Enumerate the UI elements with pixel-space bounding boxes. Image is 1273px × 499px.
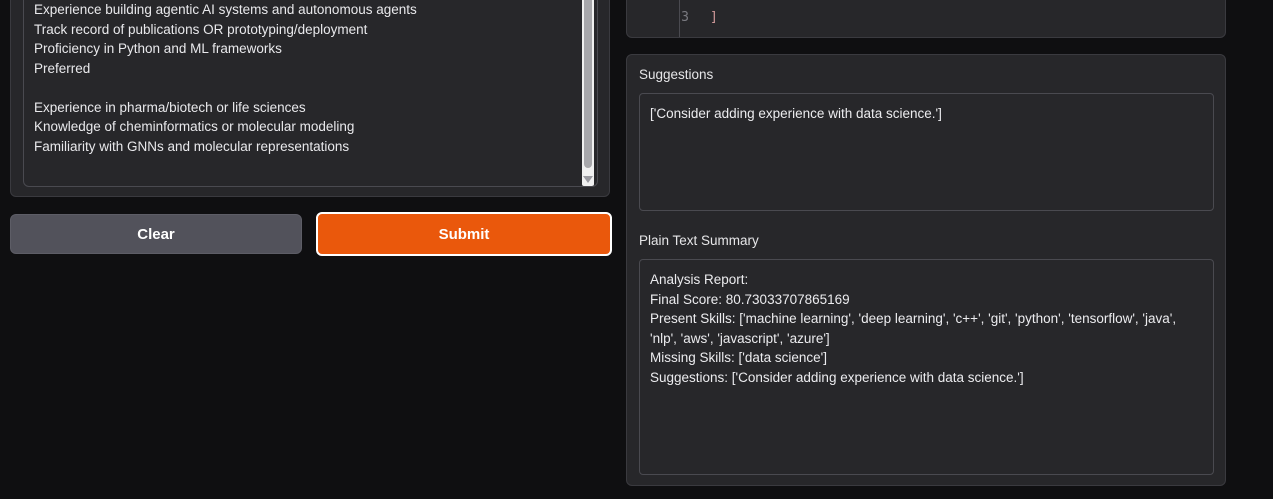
app-page: Experience building agentic AI systems a… xyxy=(0,0,1273,499)
job-description-text: Experience building agentic AI systems a… xyxy=(34,0,574,156)
summary-line: Suggestions: ['Consider adding experienc… xyxy=(650,369,1024,385)
suggestions-label: Suggestions xyxy=(639,67,714,82)
summary-label: Plain Text Summary xyxy=(639,233,759,248)
code-line-text: ] xyxy=(710,10,718,25)
summary-line: Present Skills: ['machine learning', 'de… xyxy=(650,311,1177,346)
code-line-number: 3 xyxy=(681,10,689,25)
summary-line: Missing Skills: ['data science'] xyxy=(650,350,827,365)
jd-line: Familiarity with GNNs and molecular repr… xyxy=(34,138,350,154)
submit-button[interactable]: Submit xyxy=(316,212,612,256)
jd-line: Proficiency in Python and ML frameworks xyxy=(34,41,282,56)
clear-button[interactable]: Clear xyxy=(10,214,302,254)
scrollbar-thumb[interactable] xyxy=(584,0,592,168)
jd-line: Experience building agentic AI systems a… xyxy=(34,2,417,17)
outputs-panel: Suggestions ['Consider adding experience… xyxy=(626,54,1226,486)
textarea-scrollbar[interactable] xyxy=(582,0,594,186)
scroll-down-arrow-icon[interactable] xyxy=(583,176,593,183)
jd-line: Knowledge of cheminformatics or molecula… xyxy=(34,119,355,134)
jd-line: Track record of publications OR prototyp… xyxy=(34,21,368,37)
jd-line: Preferred xyxy=(34,60,91,76)
job-description-input[interactable]: Experience building agentic AI systems a… xyxy=(23,0,598,187)
jd-line: Experience in pharma/biotech or life sci… xyxy=(34,99,306,115)
summary-line: Analysis Report: xyxy=(650,272,749,287)
summary-output[interactable]: Analysis Report: Final Score: 80.7303370… xyxy=(639,259,1214,475)
summary-line: Final Score: 80.73033707865169 xyxy=(650,291,850,307)
missing-skills-json-output: 3 ] xyxy=(626,0,1226,38)
jd-line-blank xyxy=(34,78,574,98)
job-description-block: Experience building agentic AI systems a… xyxy=(10,0,610,197)
suggestions-output[interactable]: ['Consider adding experience with data s… xyxy=(639,93,1214,211)
